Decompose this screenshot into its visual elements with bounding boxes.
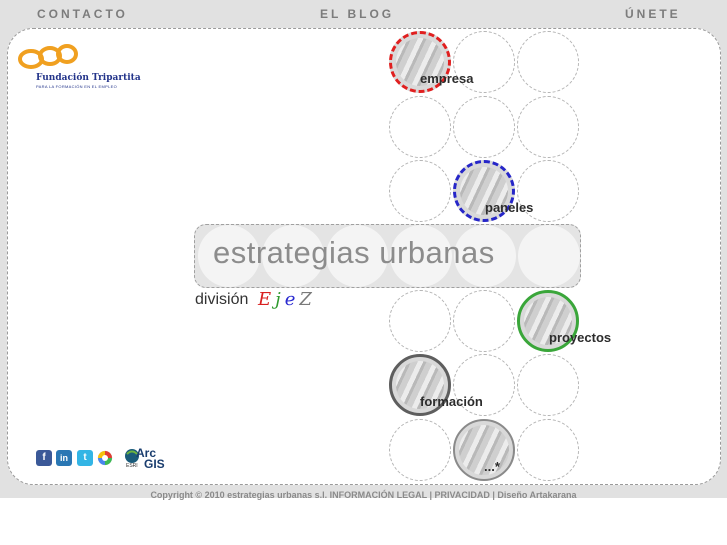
- grid-circle: [389, 96, 451, 158]
- formacion-link[interactable]: formación: [420, 394, 483, 409]
- grid-circle: [389, 419, 451, 481]
- division-letter: e: [284, 289, 300, 310]
- nav-unete-link[interactable]: ÚNETE: [625, 7, 681, 21]
- fundacion-name: Fundación Tripartita: [36, 73, 141, 83]
- brand-title: estrategias urbanas: [213, 235, 495, 270]
- division-letter: E: [258, 289, 276, 310]
- nav-blog-link[interactable]: EL BLOG: [320, 7, 394, 21]
- grid-circle: [517, 419, 579, 481]
- division-name: EjeZ: [258, 289, 316, 310]
- grid-circle: [453, 96, 515, 158]
- banner-circle: [518, 225, 580, 287]
- arcgis-logo[interactable]: Arc ESRI GIS: [124, 446, 176, 479]
- division-letter: Z: [299, 289, 316, 310]
- division-letter: j: [275, 289, 285, 310]
- fundacion-tripartita-logo[interactable]: [17, 43, 79, 73]
- nav-contacto-link[interactable]: CONTACTO: [37, 7, 128, 21]
- twitter-icon[interactable]: t: [77, 450, 93, 466]
- division-label: división: [195, 291, 249, 308]
- proyectos-link[interactable]: proyectos: [549, 330, 611, 345]
- grid-circle: [389, 290, 451, 352]
- grid-circle: [517, 31, 579, 93]
- grid-circle: [517, 96, 579, 158]
- arcgis-esri: ESRI: [126, 463, 138, 469]
- fundacion-subtitle: PARA LA FORMACIÓN EN EL EMPLEO: [36, 84, 118, 89]
- paneles-link[interactable]: paneles: [485, 200, 533, 215]
- arcgis-bottom: GIS: [144, 457, 165, 471]
- facebook-icon[interactable]: f: [36, 450, 52, 466]
- footer-text: Copyright © 2010 estrategias urbanas s.l…: [150, 490, 577, 500]
- grid-circle: [453, 290, 515, 352]
- linkedin-icon[interactable]: in: [56, 450, 72, 466]
- picasa-icon[interactable]: [97, 450, 113, 466]
- empresa-link[interactable]: empresa: [420, 71, 473, 86]
- grid-circle: [389, 160, 451, 222]
- brand-banner: estrategias urbanas: [194, 224, 581, 288]
- more-link[interactable]: ...*: [484, 459, 500, 474]
- grid-circle: [517, 354, 579, 416]
